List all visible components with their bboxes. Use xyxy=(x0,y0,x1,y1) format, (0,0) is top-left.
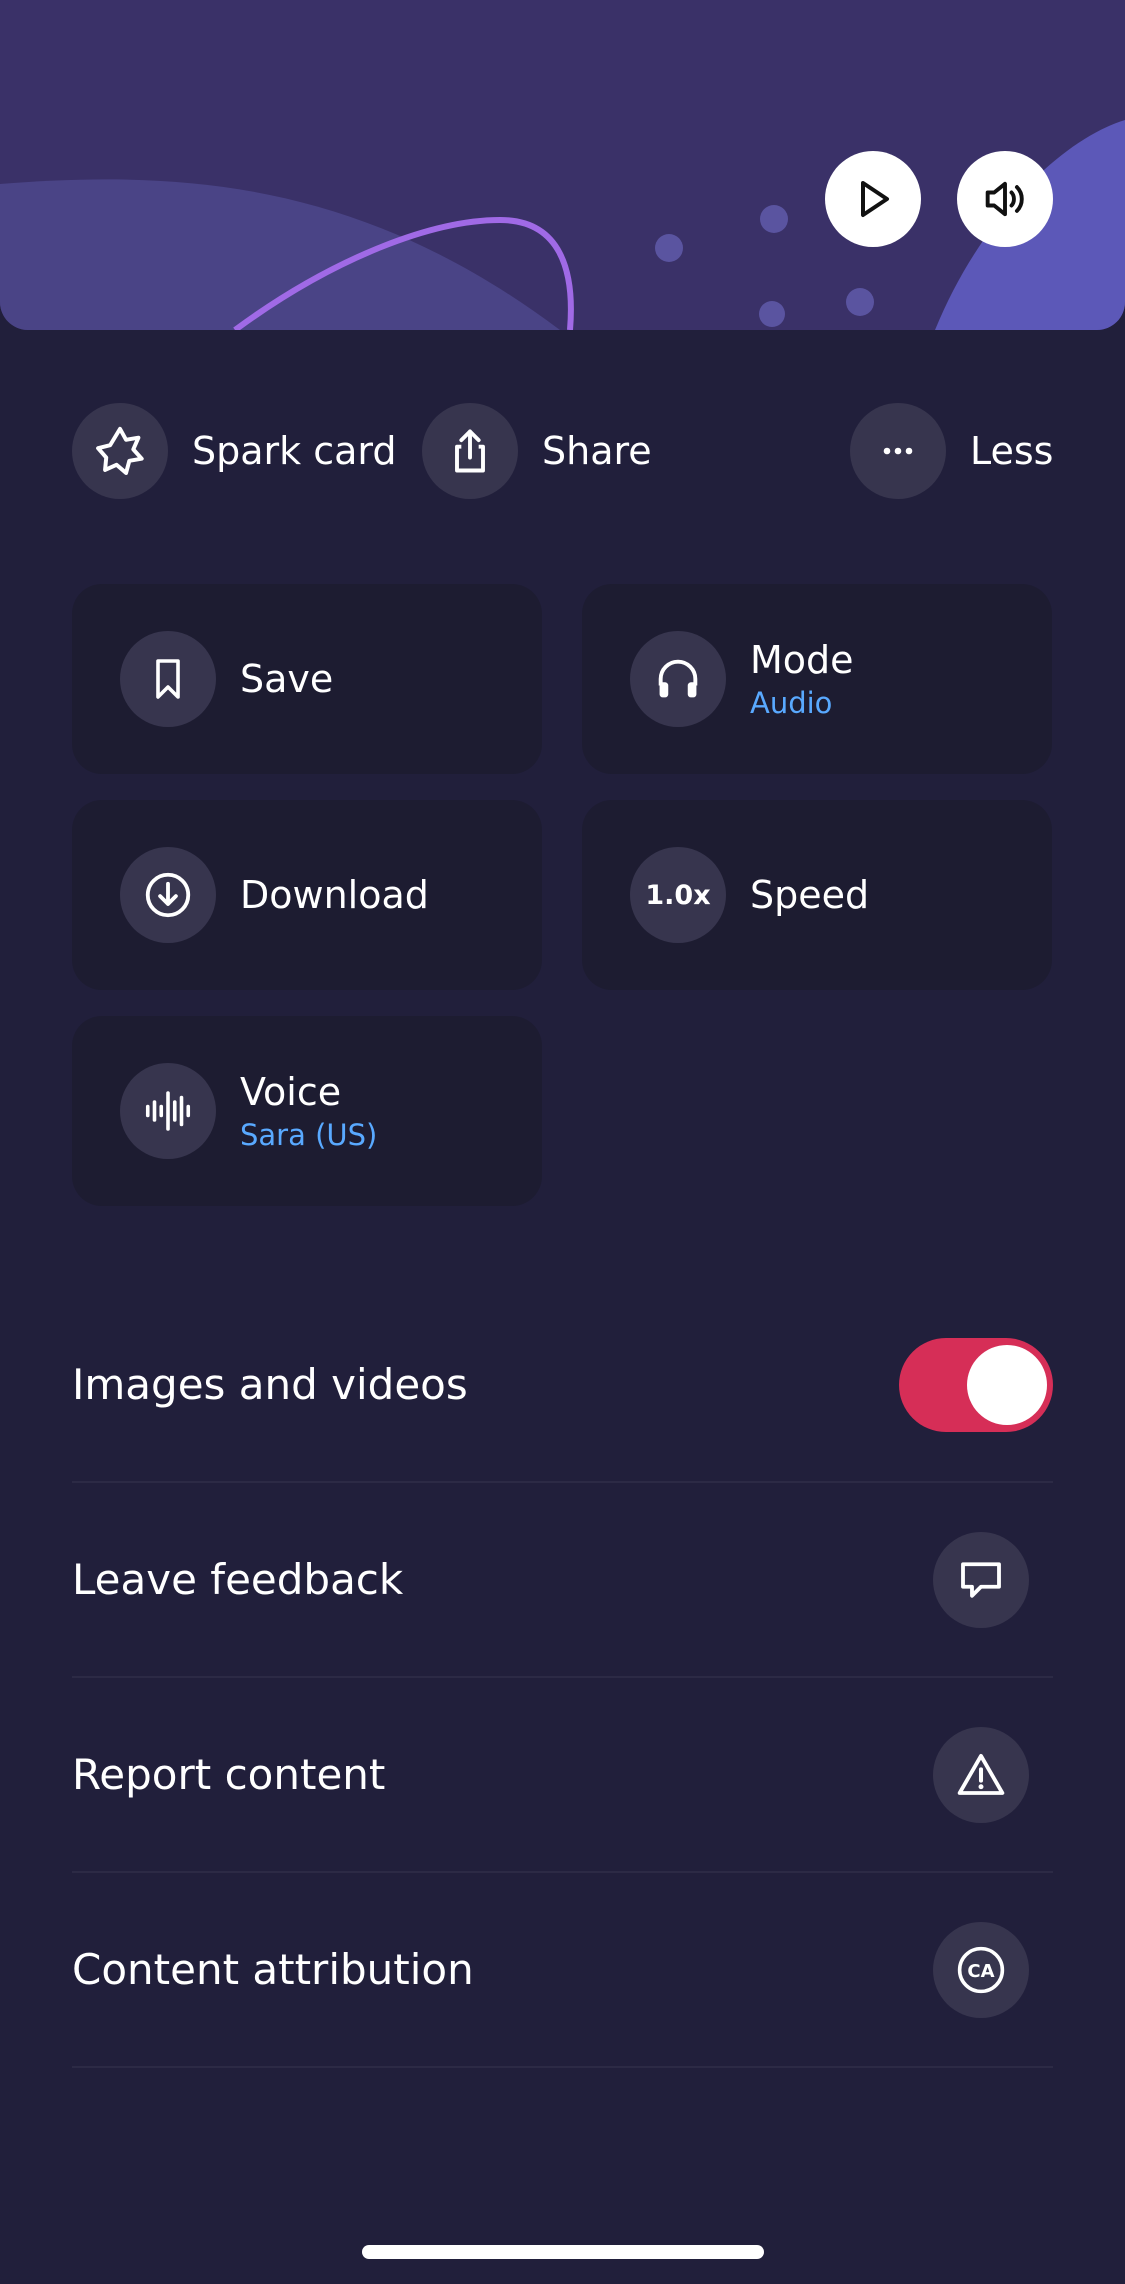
quick-actions: Spark card Share Less xyxy=(72,403,1053,499)
voice-value: Sara (US) xyxy=(240,1118,378,1152)
home-indicator xyxy=(362,2245,764,2259)
toggle-knob xyxy=(967,1344,1047,1425)
hero-illustration xyxy=(0,0,1125,330)
share-label: Share xyxy=(542,429,652,473)
hero-banner xyxy=(0,0,1125,330)
download-icon xyxy=(120,847,216,943)
share-icon xyxy=(422,403,518,499)
mode-value: Audio xyxy=(750,686,833,720)
save-tile[interactable]: Save xyxy=(72,584,542,774)
play-icon xyxy=(861,181,889,217)
speech-bubble-icon xyxy=(933,1531,1029,1628)
spark-icon xyxy=(72,403,168,499)
spark-card-button[interactable]: Spark card xyxy=(72,403,397,499)
headphones-icon xyxy=(630,631,726,727)
more-dots-icon xyxy=(850,403,946,499)
volume-button[interactable] xyxy=(957,151,1053,247)
mode-tile[interactable]: Mode Audio xyxy=(582,584,1052,774)
content-attribution-label: Content attribution xyxy=(72,1945,474,1994)
mode-label: Mode xyxy=(750,638,854,682)
download-tile[interactable]: Download xyxy=(72,800,542,990)
ca-badge-icon: CA xyxy=(933,1921,1029,2018)
content-attribution-row[interactable]: Content attribution CA xyxy=(72,1873,1053,2068)
warning-icon xyxy=(933,1726,1029,1823)
report-content-label: Report content xyxy=(72,1750,386,1799)
voice-label: Voice xyxy=(240,1070,342,1114)
leave-feedback-row[interactable]: Leave feedback xyxy=(72,1483,1053,1678)
speed-badge: 1.0x xyxy=(630,847,726,943)
images-videos-toggle[interactable] xyxy=(899,1337,1053,1432)
download-label: Download xyxy=(240,873,429,917)
waveform-icon xyxy=(120,1063,216,1159)
spark-card-label: Spark card xyxy=(192,429,397,473)
voice-tile[interactable]: Voice Sara (US) xyxy=(72,1016,542,1206)
play-button[interactable] xyxy=(825,151,921,247)
less-label: Less xyxy=(970,429,1054,473)
speaker-icon xyxy=(985,181,1024,217)
leave-feedback-label: Leave feedback xyxy=(72,1555,404,1604)
less-button[interactable]: Less xyxy=(850,403,1053,499)
bookmark-icon xyxy=(120,631,216,727)
report-content-row[interactable]: Report content xyxy=(72,1678,1053,1873)
save-label: Save xyxy=(240,657,334,701)
ca-text: CA xyxy=(967,1961,994,1982)
speed-value: 1.0x xyxy=(645,879,711,911)
images-videos-label: Images and videos xyxy=(72,1360,468,1409)
share-button[interactable]: Share xyxy=(422,403,652,499)
images-videos-row: Images and videos xyxy=(72,1288,1053,1483)
speed-label: Speed xyxy=(750,873,870,917)
speed-tile[interactable]: 1.0x Speed xyxy=(582,800,1052,990)
